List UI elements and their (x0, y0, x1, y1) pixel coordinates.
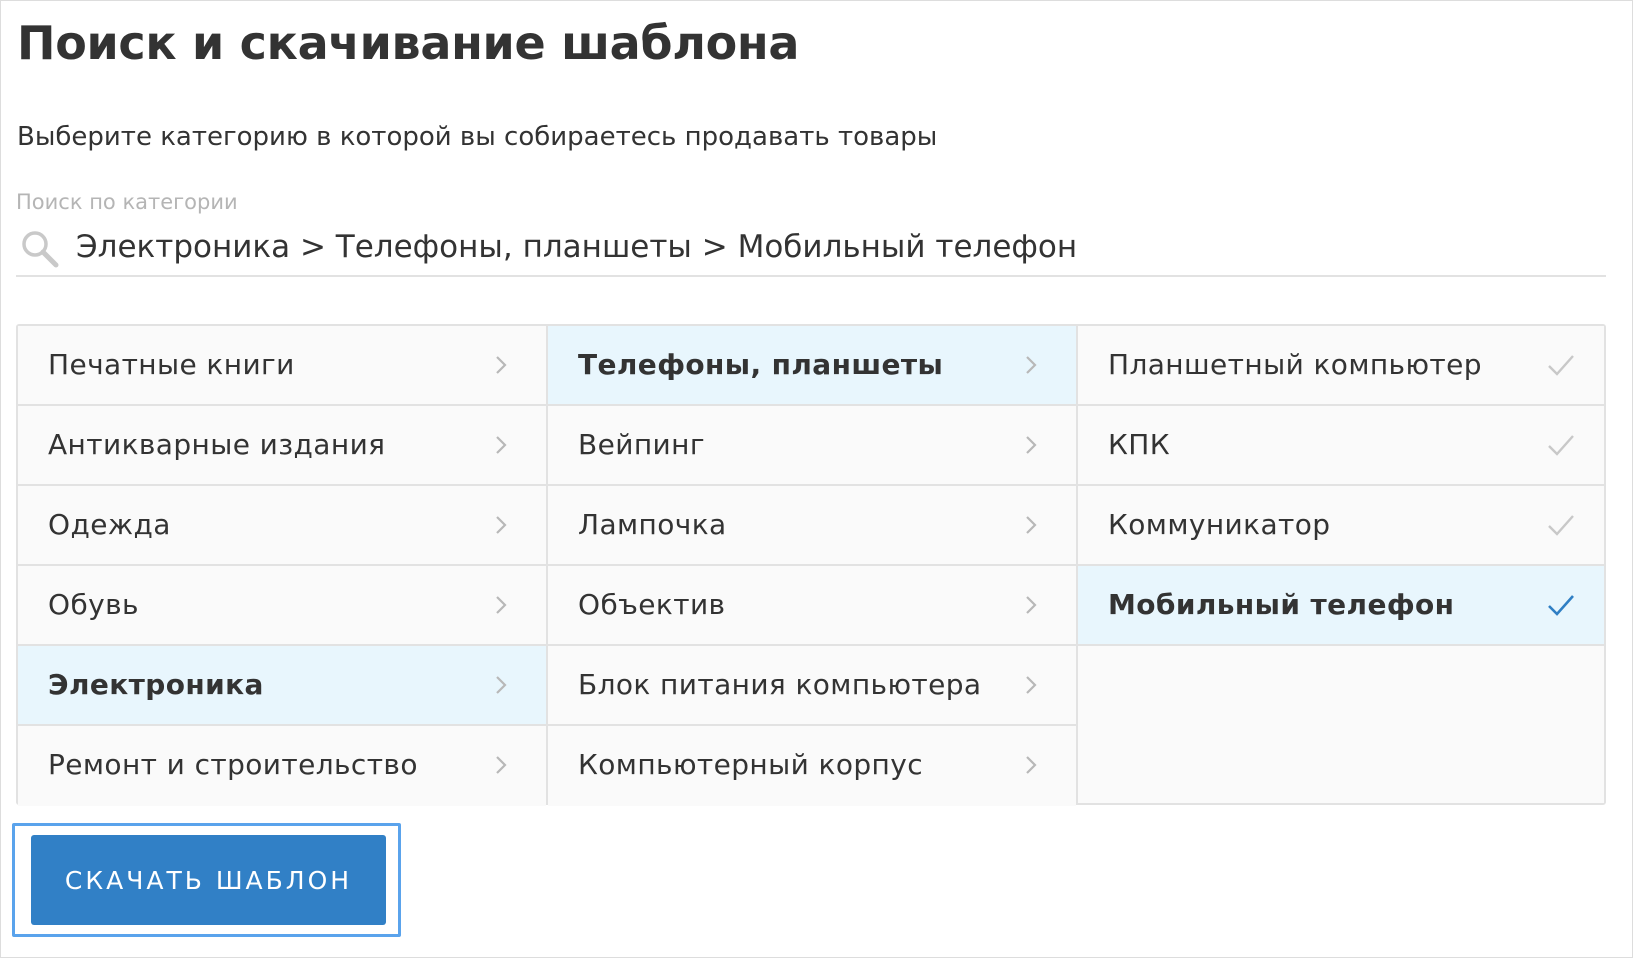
category-item-label: Обувь (48, 588, 139, 621)
category-item-kompyuternyi-korpus[interactable]: Компьютерный корпус (548, 726, 1076, 806)
category-column-level-2: Телефоны, планшеты Вейпинг Лампочка Объе… (548, 326, 1078, 806)
category-column-level-1: Печатные книги Антикварные издания Одежд… (18, 326, 548, 806)
chevron-right-icon (496, 596, 507, 614)
chevron-right-icon (1026, 436, 1037, 454)
page-frame: Поиск и скачивание шаблона Выберите кате… (0, 0, 1633, 958)
check-icon (1548, 435, 1574, 456)
page-subtitle: Выберите категорию в которой вы собирает… (17, 122, 938, 152)
chevron-right-icon (1026, 756, 1037, 774)
chevron-right-icon (496, 516, 507, 534)
chevron-right-icon (1026, 596, 1037, 614)
category-item-label: Компьютерный корпус (578, 748, 924, 781)
page-title: Поиск и скачивание шаблона (17, 16, 800, 70)
category-item-lampochka[interactable]: Лампочка (548, 486, 1076, 566)
check-icon (1548, 355, 1574, 376)
category-item-label: Электроника (48, 668, 264, 701)
category-item-label: Коммуникатор (1108, 508, 1331, 541)
category-column-level-3: Планшетный компьютер КПК Коммуникатор Мо… (1078, 326, 1604, 803)
category-item-label: Телефоны, планшеты (578, 348, 944, 381)
category-item-obuv[interactable]: Обувь (18, 566, 546, 646)
chevron-right-icon (496, 436, 507, 454)
category-item-label: Планшетный компьютер (1108, 348, 1482, 381)
category-item-kommunikator[interactable]: Коммуникатор (1078, 486, 1604, 566)
category-item-label: Вейпинг (578, 428, 705, 461)
category-item-pechatnye-knigi[interactable]: Печатные книги (18, 326, 546, 406)
download-template-button[interactable]: СКАЧАТЬ ШАБЛОН (31, 835, 386, 925)
chevron-right-icon (496, 676, 507, 694)
category-search[interactable]: Поиск по категории Электроника > Телефон… (16, 187, 1606, 277)
search-icon (22, 231, 59, 268)
category-item-label: Мобильный телефон (1108, 588, 1455, 621)
category-item-blok-pitaniya-kompyutera[interactable]: Блок питания компьютера (548, 646, 1076, 726)
category-item-telefony-planshety[interactable]: Телефоны, планшеты (548, 326, 1076, 406)
category-item-label: Антикварные издания (48, 428, 386, 461)
category-grid: Печатные книги Антикварные издания Одежд… (16, 324, 1606, 806)
category-item-label: Объектив (578, 588, 726, 621)
category-item-kpk[interactable]: КПК (1078, 406, 1604, 486)
category-item-veiping[interactable]: Вейпинг (548, 406, 1076, 486)
search-label: Поиск по категории (16, 190, 238, 214)
check-icon (1548, 595, 1574, 616)
chevron-right-icon (1026, 676, 1037, 694)
category-item-odezhda[interactable]: Одежда (18, 486, 546, 566)
search-input[interactable]: Электроника > Телефоны, планшеты > Мобил… (76, 221, 1077, 273)
chevron-right-icon (1026, 356, 1037, 374)
category-item-planshetnyi-kompyuter[interactable]: Планшетный компьютер (1078, 326, 1604, 406)
chevron-right-icon (496, 756, 507, 774)
category-item-obektiv[interactable]: Объектив (548, 566, 1076, 646)
category-item-label: Печатные книги (48, 348, 295, 381)
category-item-label: Ремонт и строительство (48, 748, 418, 781)
check-icon (1548, 515, 1574, 536)
chevron-right-icon (1026, 516, 1037, 534)
category-item-label: Лампочка (578, 508, 727, 541)
category-item-remont-i-stroitelstvo[interactable]: Ремонт и строительство (18, 726, 546, 806)
category-item-elektronika[interactable]: Электроника (18, 646, 546, 726)
category-item-label: КПК (1108, 428, 1171, 461)
category-item-antikvarnye-izdaniya[interactable]: Антикварные издания (18, 406, 546, 486)
category-item-mobilnyi-telefon[interactable]: Мобильный телефон (1078, 566, 1604, 646)
category-item-label: Одежда (48, 508, 171, 541)
chevron-right-icon (496, 356, 507, 374)
category-item-label: Блок питания компьютера (578, 668, 982, 701)
